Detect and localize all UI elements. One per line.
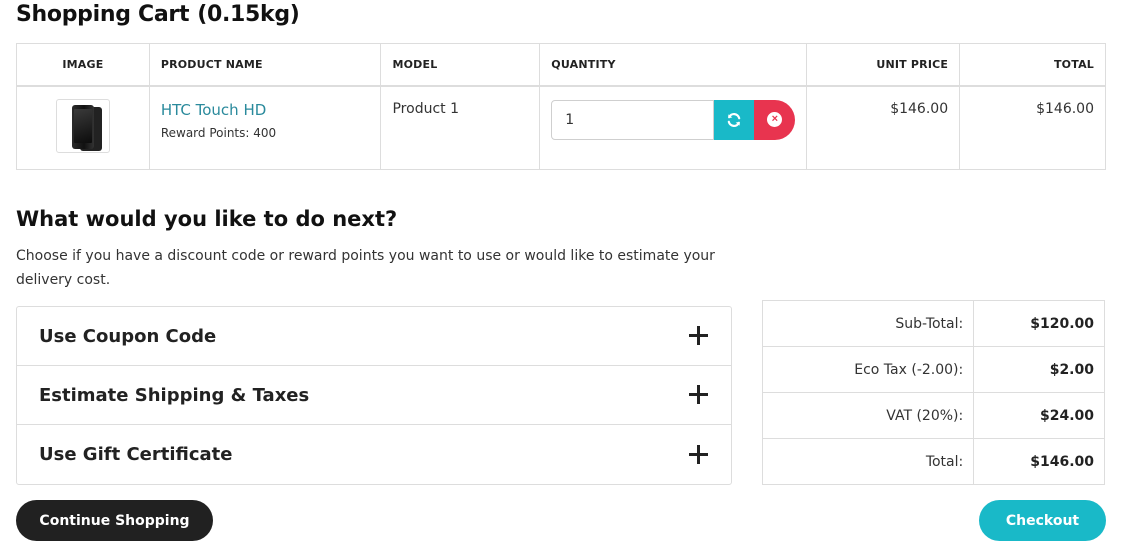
accordion-estimate-shipping[interactable]: Estimate Shipping & Taxes xyxy=(17,366,731,425)
totals-label: Sub-Total: xyxy=(761,300,975,347)
cart-table: IMAGE PRODUCT NAME MODEL QUANTITY UNIT P… xyxy=(16,43,1106,170)
cart-cell-quantity: × xyxy=(539,85,808,170)
update-quantity-button[interactable] xyxy=(714,99,755,140)
quantity-input[interactable] xyxy=(551,99,715,140)
accordion-label: Estimate Shipping & Taxes xyxy=(39,384,310,406)
accordion-gift-certificate[interactable]: Use Gift Certificate xyxy=(17,425,731,484)
totals-row-subtotal: Sub-Total: $120.00 xyxy=(761,300,1105,347)
cart-cell-product: HTC Touch HD Reward Points: 400 xyxy=(148,85,382,170)
reward-points: Reward Points: 400 xyxy=(160,125,277,140)
totals-row-eco-tax: Eco Tax (-2.00): $2.00 xyxy=(761,346,1105,393)
accordion-coupon-code[interactable]: Use Coupon Code xyxy=(17,307,731,366)
totals-value: $2.00 xyxy=(973,346,1105,393)
refresh-icon xyxy=(727,112,741,127)
plus-icon xyxy=(689,444,709,465)
totals-table: Sub-Total: $120.00 Eco Tax (-2.00): $2.0… xyxy=(761,300,1105,485)
totals-value: $120.00 xyxy=(973,300,1105,347)
page-title: Shopping Cart (0.15kg) xyxy=(16,2,300,27)
totals-row-vat: VAT (20%): $24.00 xyxy=(761,392,1105,439)
cart-title: Shopping Cart xyxy=(16,2,190,27)
cart-weight: (0.15kg) xyxy=(197,2,300,27)
accordion-label: Use Gift Certificate xyxy=(39,444,233,465)
totals-value: $146.00 xyxy=(973,438,1105,485)
cart-table-header: IMAGE PRODUCT NAME MODEL QUANTITY UNIT P… xyxy=(16,43,1106,87)
next-steps-description: Choose if you have a discount code or re… xyxy=(16,248,715,288)
remove-item-button[interactable]: × xyxy=(754,99,796,140)
column-header-image: IMAGE xyxy=(16,43,150,87)
plus-icon xyxy=(689,385,709,405)
column-header-total: TOTAL xyxy=(959,43,1106,87)
totals-value: $24.00 xyxy=(973,392,1105,439)
column-header-unit-price: UNIT PRICE xyxy=(806,43,961,87)
product-thumbnail[interactable] xyxy=(55,98,110,153)
totals-row-total: Total: $146.00 xyxy=(761,438,1105,485)
column-header-quantity: QUANTITY xyxy=(539,43,808,87)
cart-row: HTC Touch HD Reward Points: 400 Product … xyxy=(16,85,1106,170)
product-name-link[interactable]: HTC Touch HD xyxy=(161,101,370,119)
accordion-label: Use Coupon Code xyxy=(39,325,217,347)
checkout-button[interactable]: Checkout xyxy=(979,500,1106,541)
quantity-group: × xyxy=(551,99,796,140)
totals-label: VAT (20%): xyxy=(761,392,975,439)
column-header-product-name: PRODUCT NAME xyxy=(148,43,382,87)
cart-cell-image xyxy=(16,85,150,170)
phone-product-image xyxy=(60,103,106,151)
totals-label: Eco Tax (-2.00): xyxy=(761,346,975,393)
cart-cell-unit-price: $146.00 xyxy=(806,85,961,170)
next-steps-title: What would you like to do next? xyxy=(16,207,398,231)
remove-icon: × xyxy=(767,112,783,127)
totals-label: Total: xyxy=(761,438,975,485)
column-header-model: MODEL xyxy=(380,43,541,87)
plus-icon xyxy=(689,326,709,346)
options-accordion: Use Coupon Code Estimate Shipping & Taxe… xyxy=(16,306,732,485)
cart-cell-total: $146.00 xyxy=(959,85,1106,170)
continue-shopping-button[interactable]: Continue Shopping xyxy=(16,500,213,541)
cart-cell-model: Product 1 xyxy=(380,85,541,170)
